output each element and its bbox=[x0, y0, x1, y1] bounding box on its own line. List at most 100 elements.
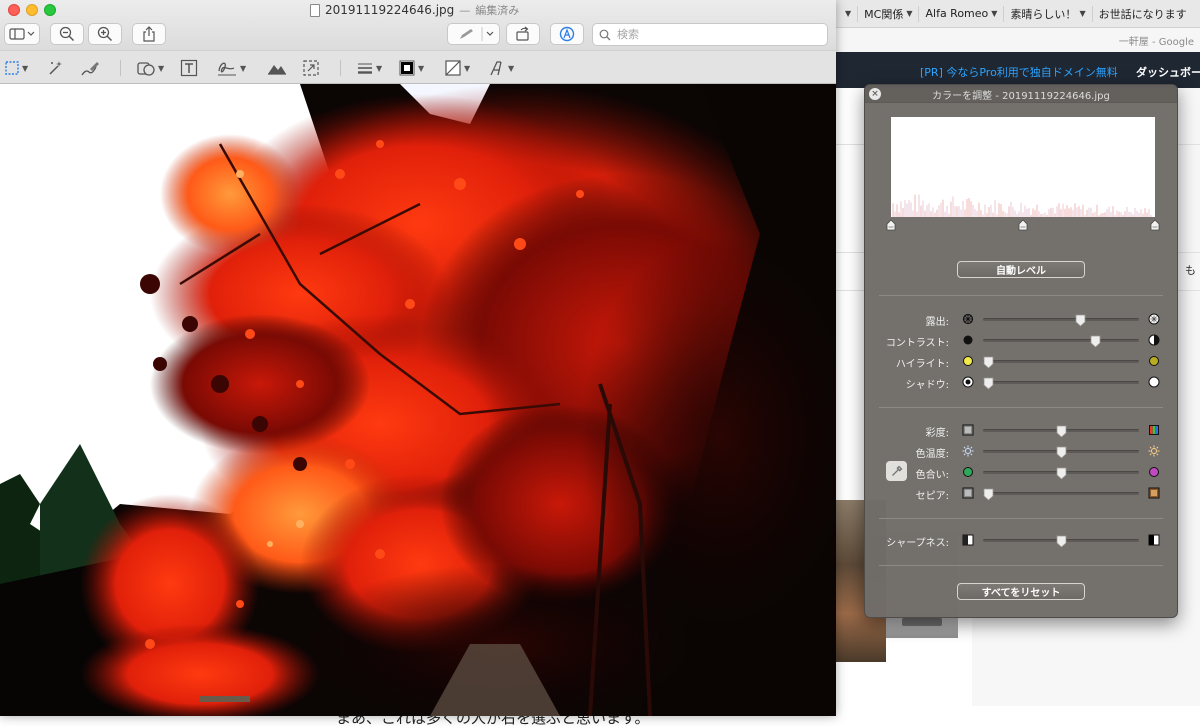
eyedropper-button[interactable] bbox=[886, 461, 907, 481]
toolbar-separator bbox=[120, 60, 121, 76]
zoom-out-button[interactable] bbox=[50, 23, 84, 45]
saturation-slider[interactable] bbox=[983, 425, 1139, 438]
slider-row-sharpness: シャープネス: bbox=[865, 532, 1177, 549]
tint-slider[interactable] bbox=[983, 467, 1139, 480]
sign-icon bbox=[218, 62, 236, 76]
chevron-down-icon: ▼ bbox=[906, 9, 913, 18]
slider-row-contrast: コントラスト: bbox=[865, 332, 1177, 349]
share-button[interactable] bbox=[132, 23, 166, 45]
blog-header-bar: [PR] 今ならPro利用で独自ドメイン無料 ダッシュボー bbox=[836, 52, 1200, 88]
shapes-tool[interactable]: ▼ bbox=[136, 59, 164, 77]
zoom-in-button[interactable] bbox=[88, 23, 122, 45]
sepia-slider[interactable] bbox=[983, 488, 1139, 501]
document-title[interactable]: 20191119224646.jpg — 編集済み bbox=[310, 2, 519, 18]
midtone-marker[interactable] bbox=[1018, 219, 1028, 231]
slider-thumb[interactable] bbox=[983, 377, 994, 390]
instant-alpha-icon bbox=[49, 61, 62, 75]
sketch-tool[interactable] bbox=[80, 59, 100, 77]
window-zoom-button[interactable] bbox=[44, 4, 56, 16]
adjust-color-title: カラーを調整 - 20191119224646.jpg bbox=[932, 91, 1110, 102]
auto-levels-button[interactable]: 自動レベル bbox=[957, 261, 1085, 278]
slider-thumb[interactable] bbox=[1090, 335, 1101, 348]
slider-thumb[interactable] bbox=[1056, 446, 1067, 459]
chevron-down-icon: ▼ bbox=[22, 63, 29, 73]
sign-tool[interactable]: ▼ bbox=[216, 59, 246, 77]
temperature-warm-icon bbox=[1148, 445, 1160, 457]
instant-alpha-tool[interactable] bbox=[46, 59, 64, 77]
bookmark-fragment[interactable]: ▼ bbox=[836, 5, 859, 22]
line-style-icon bbox=[358, 63, 372, 74]
search-icon bbox=[599, 29, 611, 40]
text-style-tool[interactable]: ▼ bbox=[488, 59, 514, 77]
dashboard-link[interactable]: ダッシュボー bbox=[1136, 64, 1200, 80]
exposure-slider[interactable] bbox=[983, 314, 1139, 327]
window-minimize-button[interactable] bbox=[26, 4, 38, 16]
chevron-down-icon: ▼ bbox=[508, 63, 515, 73]
sharpness-high-icon bbox=[1148, 534, 1160, 546]
chevron-down-icon: ▼ bbox=[158, 63, 165, 73]
slider-thumb[interactable] bbox=[1056, 425, 1067, 438]
preview-window: 20191119224646.jpg — 編集済み 検索 ▼ ▼ ▼ ▼ ▼ ▼… bbox=[0, 0, 836, 716]
markup-pen-button[interactable] bbox=[447, 23, 500, 45]
black-point-marker[interactable] bbox=[886, 219, 896, 231]
text-tool[interactable] bbox=[180, 59, 198, 77]
histogram-graph bbox=[892, 194, 1152, 217]
bookmark-thanks[interactable]: お世話になります bbox=[1093, 6, 1193, 22]
saturation-low-icon bbox=[962, 424, 974, 436]
slider-label: セピア: bbox=[915, 491, 949, 502]
adjust-color-icon bbox=[268, 65, 286, 75]
border-color-tool[interactable]: ▼ bbox=[398, 59, 424, 77]
adjust-size-tool[interactable] bbox=[302, 59, 320, 77]
slider-thumb[interactable] bbox=[1075, 314, 1086, 327]
slider-label: シャドウ: bbox=[905, 380, 949, 391]
adjust-color-tool[interactable] bbox=[266, 59, 288, 77]
contrast-slider[interactable] bbox=[983, 335, 1139, 348]
sharpness-slider[interactable] bbox=[983, 535, 1139, 548]
pro-ad-link[interactable]: [PR] 今ならPro利用で独自ドメイン無料 bbox=[920, 64, 1118, 80]
slider-label: 色温度: bbox=[915, 449, 949, 460]
slider-row-sepia: セピア: bbox=[865, 485, 1177, 502]
rotate-button[interactable] bbox=[506, 23, 540, 45]
sepia-low-icon bbox=[962, 487, 974, 499]
highlights-slider[interactable] bbox=[983, 356, 1139, 369]
exposure-low-icon bbox=[962, 313, 974, 325]
browser-search-hint[interactable]: 一軒屋 - Google bbox=[1119, 33, 1194, 48]
slider-thumb[interactable] bbox=[983, 356, 994, 369]
image-canvas[interactable] bbox=[0, 84, 836, 716]
reset-all-button[interactable]: すべてをリセット bbox=[957, 583, 1085, 600]
autumn-maple-photo bbox=[0, 84, 836, 716]
slider-thumb[interactable] bbox=[1056, 467, 1067, 480]
preview-search-field[interactable] bbox=[592, 23, 828, 46]
shadows-slider[interactable] bbox=[983, 377, 1139, 390]
highlights-low-icon bbox=[963, 356, 973, 366]
thumbnail-button[interactable] bbox=[902, 618, 942, 626]
rect-selection-icon bbox=[5, 61, 19, 75]
markup-toolbar-button[interactable] bbox=[550, 23, 584, 45]
chevron-down-icon: ▼ bbox=[845, 9, 852, 18]
slider-thumb[interactable] bbox=[983, 488, 994, 501]
bookmark-wonderful[interactable]: 素晴らしい！ ▼ bbox=[1004, 5, 1093, 22]
markup-pen-icon bbox=[460, 27, 494, 41]
page-side-text: も bbox=[1185, 264, 1196, 277]
edited-status: 編集済み bbox=[475, 4, 520, 17]
slider-label: コントラスト: bbox=[885, 338, 949, 349]
rect-selection-tool[interactable]: ▼ bbox=[4, 59, 28, 77]
slider-row-exposure: 露出: bbox=[865, 311, 1177, 328]
line-style-tool[interactable]: ▼ bbox=[356, 59, 382, 77]
white-point-marker[interactable] bbox=[1150, 219, 1160, 231]
levels-histogram bbox=[891, 117, 1155, 217]
fill-color-tool[interactable]: ▼ bbox=[444, 59, 470, 77]
window-close-button[interactable] bbox=[8, 4, 20, 16]
bookmark-alfa-romeo[interactable]: Alfa Romeo ▼ bbox=[919, 5, 1005, 22]
temperature-slider[interactable] bbox=[983, 446, 1139, 459]
sidebar-button[interactable] bbox=[4, 23, 40, 45]
shapes-icon bbox=[137, 62, 155, 76]
slider-thumb[interactable] bbox=[1056, 535, 1067, 548]
search-input[interactable] bbox=[617, 28, 807, 41]
border-color-icon bbox=[399, 60, 415, 76]
bookmark-label: MC関係 bbox=[864, 7, 904, 21]
bookmark-mc[interactable]: MC関係 ▼ bbox=[858, 5, 920, 22]
slider-label: 色合い: bbox=[915, 470, 949, 481]
divider bbox=[879, 565, 1163, 566]
shadows-low-icon bbox=[962, 376, 974, 388]
